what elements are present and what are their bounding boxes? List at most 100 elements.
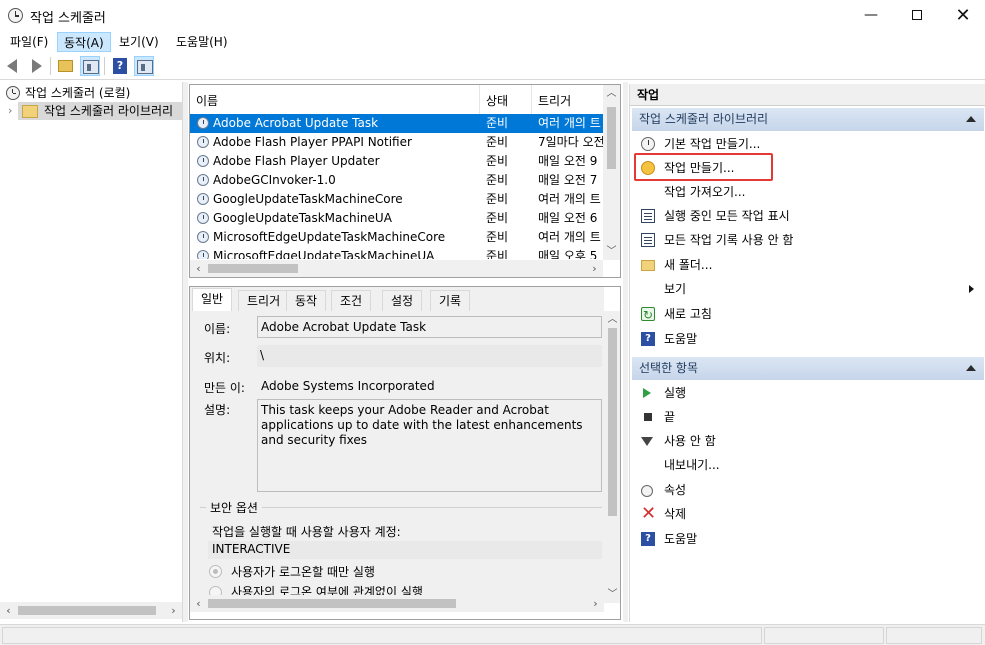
section-task-library[interactable]: 작업 스케줄러 라이브러리 <box>632 108 984 131</box>
task-name: MicrosoftEdgeUpdateTaskMachineUA <box>213 249 435 259</box>
action-properties[interactable]: 속성 <box>632 478 984 502</box>
show-hide-console-tree-button[interactable] <box>80 56 100 76</box>
action-label: 보기 <box>664 282 687 296</box>
task-trigger: 여러 개의 트 <box>538 192 601 206</box>
column-header-name[interactable]: 이름 <box>190 85 480 117</box>
details-horizontal-scrollbar[interactable]: ‹ › <box>190 595 604 612</box>
scroll-thumb[interactable] <box>208 264 298 273</box>
location-field: \ <box>257 345 602 367</box>
scroll-up-icon[interactable]: ︿ <box>603 85 620 102</box>
action-disable[interactable]: 사용 안 함 <box>632 429 984 453</box>
scroll-thumb[interactable] <box>18 606 156 615</box>
menu-help[interactable]: 도움말(H) <box>170 32 234 52</box>
table-row[interactable]: MicrosoftEdgeUpdateTaskMachineUA 준비 매일 오… <box>190 247 603 259</box>
task-trigger: 매일 오전 9 <box>538 154 598 168</box>
column-header-status[interactable]: 상태 <box>480 85 532 117</box>
tab-general[interactable]: 일반 <box>192 288 233 312</box>
task-name: Adobe Flash Player PPAPI Notifier <box>213 135 412 149</box>
help-button[interactable]: ? <box>110 56 130 76</box>
tab-settings[interactable]: 설정 <box>382 290 423 311</box>
scroll-down-icon[interactable]: ﹀ <box>603 243 620 260</box>
tree-item-library[interactable]: 작업 스케줄러 라이브러리 <box>18 102 183 120</box>
scroll-left-icon[interactable]: ‹ <box>190 260 207 277</box>
task-icon <box>197 136 209 148</box>
table-row[interactable]: AdobeGCInvoker-1.0 준비 매일 오전 7 <box>190 171 603 190</box>
scroll-right-icon[interactable]: › <box>165 602 182 619</box>
description-field[interactable]: This task keeps your Adobe Reader and Ac… <box>257 399 602 492</box>
task-icon <box>197 212 209 224</box>
scroll-thumb[interactable] <box>208 599 456 608</box>
tree-horizontal-scrollbar[interactable]: ‹ › <box>0 602 182 619</box>
table-row[interactable]: Adobe Acrobat Update Task 준비 여러 개의 트 <box>190 114 603 133</box>
console-tree: 작업 스케줄러 (로컬) 작업 스케줄러 라이브러리 › ‹ › <box>0 82 183 622</box>
collapse-up-icon[interactable] <box>966 365 976 371</box>
minimize-button[interactable]: — <box>848 0 894 31</box>
task-status: 준비 <box>486 192 509 206</box>
task-name: GoogleUpdateTaskMachineUA <box>213 211 392 225</box>
details-tabs: 일반 트리거 동작 조건 설정 기록 <box>190 287 604 312</box>
table-row[interactable]: Adobe Flash Player Updater 준비 매일 오전 9 <box>190 152 603 171</box>
scroll-right-icon[interactable]: › <box>587 595 604 612</box>
toolbar: ? <box>0 53 985 80</box>
menu-action[interactable]: 동작(A) <box>57 32 111 52</box>
action-view[interactable]: 보기 <box>632 277 984 301</box>
action-import-task[interactable]: 작업 가져오기... <box>632 180 984 204</box>
column-header-trigger[interactable]: 트리거 <box>532 85 604 117</box>
action-end[interactable]: 끝 <box>632 405 984 429</box>
action-new-folder[interactable]: 새 폴더... <box>632 253 984 277</box>
collapse-up-icon[interactable] <box>966 116 976 122</box>
back-button[interactable] <box>4 56 24 76</box>
action-display-running-tasks[interactable]: 실행 중인 모든 작업 표시 <box>632 204 984 228</box>
action-label: 삭제 <box>664 507 687 521</box>
scroll-left-icon[interactable]: ‹ <box>0 602 17 619</box>
splitter-left[interactable] <box>183 82 188 622</box>
action-disable-history[interactable]: 모든 작업 기록 사용 안 함 <box>632 228 984 252</box>
action-refresh[interactable]: 새로 고침 <box>632 302 984 327</box>
action-help[interactable]: ? 도움말 <box>632 327 984 351</box>
task-status: 준비 <box>486 230 509 244</box>
status-cell-main <box>2 627 762 644</box>
task-list-vertical-scrollbar[interactable]: ︿ ﹀ <box>603 85 620 260</box>
scroll-down-icon[interactable]: ﹀ <box>604 586 620 603</box>
show-hide-action-pane-button[interactable] <box>134 56 154 76</box>
maximize-button[interactable] <box>894 0 940 31</box>
table-row[interactable]: MicrosoftEdgeUpdateTaskMachineCore 준비 여러… <box>190 228 603 247</box>
action-run[interactable]: 실행 <box>632 381 984 405</box>
location-label: 위치: <box>204 351 231 365</box>
tree-root-label: 작업 스케줄러 (로컬) <box>25 86 131 100</box>
table-row[interactable]: GoogleUpdateTaskMachineCore 준비 여러 개의 트 <box>190 190 603 209</box>
menu-file[interactable]: 파일(F) <box>4 32 54 52</box>
splitter-right[interactable] <box>623 82 628 622</box>
actions-pane-title: 작업 <box>630 84 985 106</box>
table-row[interactable]: GoogleUpdateTaskMachineUA 준비 매일 오전 6 <box>190 209 603 228</box>
tab-actions[interactable]: 동작 <box>286 290 327 311</box>
disable-icon <box>641 437 653 446</box>
tree-item-root[interactable]: 작업 스케줄러 (로컬) <box>0 84 183 102</box>
details-vertical-scrollbar[interactable]: ︿ ﹀ <box>604 311 620 603</box>
section-selected-item[interactable]: 선택한 항목 <box>632 357 984 380</box>
table-row[interactable]: Adobe Flash Player PPAPI Notifier 준비 7일마… <box>190 133 603 152</box>
scroll-thumb[interactable] <box>607 107 616 169</box>
tab-conditions[interactable]: 조건 <box>331 290 372 311</box>
scroll-left-icon[interactable]: ‹ <box>190 595 207 612</box>
task-list-horizontal-scrollbar[interactable]: ‹ › <box>190 260 603 277</box>
tab-triggers[interactable]: 트리거 <box>238 290 290 311</box>
task-trigger: 여러 개의 트 <box>538 230 601 244</box>
title-bar: 작업 스케줄러 — ✕ <box>0 0 985 31</box>
radio-logged-on-only[interactable] <box>209 565 222 578</box>
scroll-up-icon[interactable]: ︿ <box>604 311 620 328</box>
scroll-right-icon[interactable]: › <box>586 260 603 277</box>
up-folder-button[interactable] <box>56 56 76 76</box>
action-export[interactable]: 내보내기... <box>632 453 984 477</box>
task-trigger: 매일 오후 5 <box>538 249 598 259</box>
action-label: 내보내기... <box>664 458 720 472</box>
close-button[interactable]: ✕ <box>940 0 985 31</box>
action-delete[interactable]: 삭제 <box>632 502 984 526</box>
menu-view[interactable]: 보기(V) <box>113 32 165 52</box>
action-help-selected[interactable]: ? 도움말 <box>632 527 984 551</box>
scroll-thumb[interactable] <box>608 328 617 516</box>
name-field[interactable]: Adobe Acrobat Update Task <box>257 316 602 338</box>
forward-button[interactable] <box>26 56 46 76</box>
expand-chevron-icon[interactable]: › <box>8 104 12 117</box>
tab-history[interactable]: 기록 <box>430 290 471 311</box>
